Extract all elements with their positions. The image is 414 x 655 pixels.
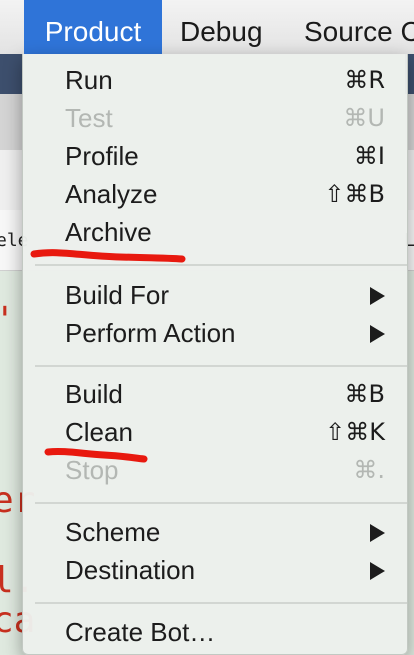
menu-item-shortcut: ⌘R: [344, 66, 385, 94]
menu-item-label: Create Bot…: [65, 617, 216, 647]
menu-separator: [35, 502, 407, 504]
menu-item-label: Run: [65, 65, 113, 95]
submenu-arrow-icon: [370, 562, 385, 580]
menu-item-build-for[interactable]: Build For: [23, 276, 407, 314]
menu-item-label: Build For: [65, 280, 170, 310]
menu-item-analyze[interactable]: Analyze ⇧⌘B: [23, 175, 407, 213]
menu-item-shortcut: ⌘U: [343, 104, 385, 132]
menu-item-scheme[interactable]: Scheme: [23, 513, 407, 551]
submenu-arrow-icon: [370, 287, 385, 305]
annotation-underline-clean: [44, 447, 148, 463]
menu-item-label: Test: [65, 103, 113, 133]
submenu-arrow-icon: [370, 524, 385, 542]
menu-bar: r Product Debug Source C: [0, 0, 414, 55]
menu-item-label: Perform Action: [65, 318, 236, 348]
background-toolbar: [0, 54, 22, 94]
menu-item-label: Scheme: [65, 517, 161, 547]
menubar-item-product[interactable]: Product: [24, 0, 162, 54]
menu-item-shortcut: ⇧⌘K: [325, 418, 385, 446]
menu-separator: [35, 365, 407, 367]
menu-item-build[interactable]: Build ⌘B: [23, 375, 407, 413]
menu-item-create-bot[interactable]: Create Bot…: [23, 613, 407, 651]
menu-item-shortcut: ⌘.: [353, 456, 385, 484]
menu-item-profile[interactable]: Profile ⌘I: [23, 137, 407, 175]
menu-item-label: Destination: [65, 555, 196, 585]
menu-item-shortcut: ⌘B: [344, 380, 385, 408]
menu-item-perform-action[interactable]: Perform Action: [23, 314, 407, 352]
product-menu: Run ⌘R Test ⌘U Profile ⌘I Analyze ⇧⌘B Ar…: [22, 54, 408, 655]
menu-item-label: Analyze: [65, 179, 158, 209]
background-code-fragment: ': [0, 300, 16, 341]
background-panel: [0, 150, 22, 210]
menu-item-label: Profile: [65, 141, 139, 171]
menu-item-destination[interactable]: Destination: [23, 551, 407, 589]
menu-item-shortcut: ⇧⌘B: [324, 180, 385, 208]
menu-item-test: Test ⌘U: [23, 99, 407, 137]
menubar-item-source-control[interactable]: Source C: [304, 0, 414, 54]
menu-item-shortcut: ⌘I: [353, 142, 385, 170]
menubar-item-previous[interactable]: r: [0, 0, 10, 54]
submenu-arrow-icon: [370, 325, 385, 343]
menu-item-label: Build: [65, 379, 123, 409]
background-toolbar-lower: [0, 94, 22, 150]
annotation-underline-archive: [30, 249, 186, 263]
menu-item-run[interactable]: Run ⌘R: [23, 61, 407, 99]
menubar-item-debug[interactable]: Debug: [180, 0, 263, 54]
menu-separator: [35, 602, 407, 604]
